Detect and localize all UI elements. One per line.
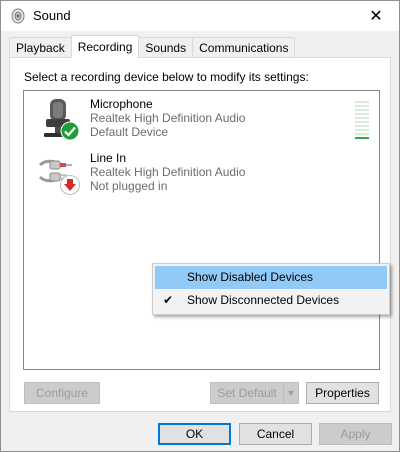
device-driver: Realtek High Definition Audio — [90, 165, 246, 179]
apply-button[interactable]: Apply — [319, 423, 392, 445]
level-meter — [355, 101, 369, 141]
tab-sounds[interactable]: Sounds — [138, 37, 194, 58]
cancel-button[interactable]: Cancel — [239, 423, 312, 445]
window-title: Sound — [33, 8, 71, 23]
device-driver: Realtek High Definition Audio — [90, 111, 246, 125]
speaker-icon — [11, 8, 25, 24]
level-bar — [355, 129, 369, 131]
menu-item-show-disabled[interactable]: Show Disabled Devices — [155, 266, 387, 289]
device-microphone[interactable]: Microphone Realtek High Definition Audio… — [24, 91, 379, 145]
sound-dialog: Sound ✕ Playback Recording Sounds Commun… — [0, 0, 400, 452]
menu-item-show-disconnected[interactable]: ✔ Show Disconnected Devices — [155, 289, 387, 312]
device-state: Not plugged in — [90, 179, 168, 193]
menu-item-label: Show Disabled Devices — [187, 270, 314, 284]
microphone-device-icon — [36, 97, 80, 141]
properties-button[interactable]: Properties — [306, 382, 379, 404]
green-check-icon — [60, 121, 80, 141]
instruction-text: Select a recording device below to modif… — [24, 70, 309, 84]
level-bar — [355, 125, 369, 127]
level-bar — [355, 109, 369, 111]
set-default-dropdown[interactable]: ▼ — [283, 382, 299, 404]
device-list[interactable]: Microphone Realtek High Definition Audio… — [23, 90, 390, 370]
line-in-device-icon — [36, 151, 80, 195]
tab-recording[interactable]: Recording — [70, 35, 140, 58]
device-line-in[interactable]: Line In Realtek High Definition Audio No… — [24, 145, 379, 199]
level-bar — [355, 137, 369, 139]
recording-panel: Select a recording device below to modif… — [9, 57, 391, 412]
red-down-arrow-icon — [60, 175, 80, 195]
level-bar — [355, 101, 369, 103]
level-bar — [355, 105, 369, 107]
close-button[interactable]: ✕ — [353, 1, 399, 31]
menu-item-label: Show Disconnected Devices — [187, 293, 340, 307]
device-state: Default Device — [90, 125, 169, 139]
close-icon: ✕ — [369, 8, 383, 25]
tab-playback[interactable]: Playback — [9, 37, 72, 58]
checkmark-icon: ✔ — [163, 293, 174, 307]
level-bar — [355, 133, 369, 135]
device-name: Line In — [90, 151, 127, 165]
configure-button[interactable]: Configure — [24, 382, 100, 404]
level-bar — [355, 121, 369, 123]
device-name: Microphone — [90, 97, 153, 111]
level-bar — [355, 113, 369, 115]
tab-strip: Playback Recording Sounds Communications — [9, 35, 296, 58]
chevron-down-icon: ▼ — [286, 388, 296, 398]
title-bar: Sound ✕ — [1, 1, 399, 31]
set-default-button[interactable]: Set Default — [210, 382, 284, 404]
context-menu: Show Disabled Devices ✔ Show Disconnecte… — [152, 263, 390, 315]
ok-button[interactable]: OK — [158, 423, 231, 445]
level-bar — [355, 117, 369, 119]
tab-communications[interactable]: Communications — [192, 37, 296, 58]
